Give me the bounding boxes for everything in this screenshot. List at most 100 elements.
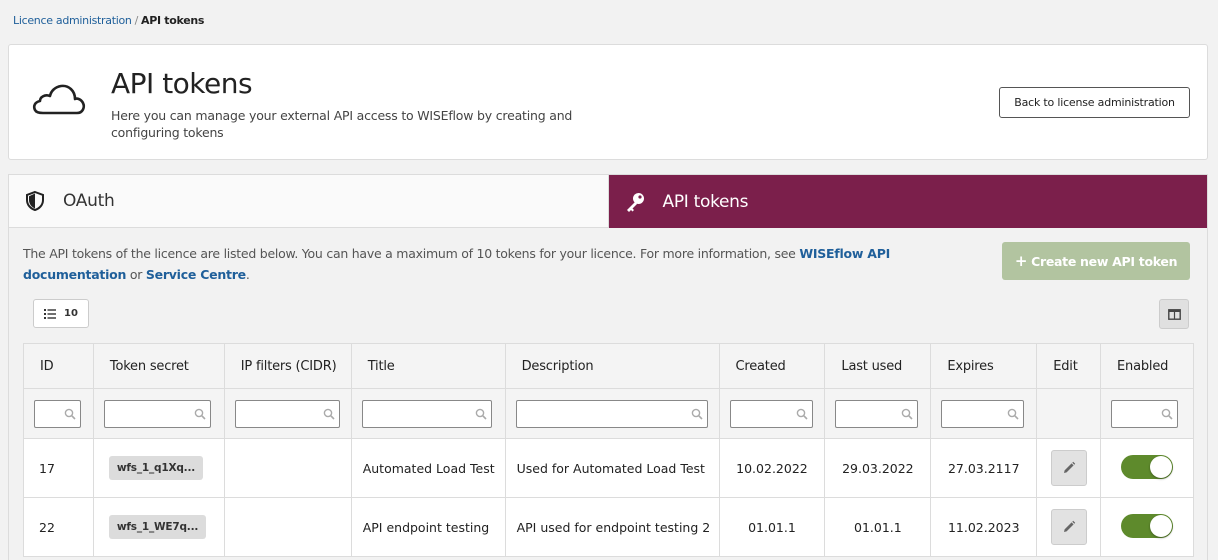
token-secret-badge[interactable]: wfs_1_q1Xq...	[108, 456, 204, 480]
cell-ip-filters	[223, 497, 352, 557]
cell-token-secret: wfs_1_WE7q...	[92, 497, 225, 557]
column-header-token-secret[interactable]: Token secret	[92, 343, 225, 389]
cell-description: API used for endpoint testing 2	[504, 497, 720, 557]
columns-icon	[1167, 308, 1181, 320]
search-icon	[64, 408, 76, 420]
cell-expires: 27.03.2117	[930, 438, 1038, 498]
filter-cell-token-secret	[92, 388, 225, 439]
enabled-toggle[interactable]	[1121, 454, 1174, 479]
cell-token-secret: wfs_1_q1Xq...	[92, 438, 225, 498]
cell-enabled	[1100, 438, 1194, 498]
shield-icon	[26, 190, 44, 212]
search-icon	[1161, 408, 1173, 420]
service-centre-link[interactable]: Service Centre	[146, 267, 246, 282]
filter-cell-expires	[930, 388, 1038, 439]
list-icon	[44, 308, 57, 319]
tab-oauth[interactable]: OAuth	[9, 175, 609, 228]
edit-button[interactable]	[1050, 509, 1087, 545]
breadcrumb: Licence administration / API tokens	[13, 14, 204, 27]
breadcrumb-current: API tokens	[141, 14, 205, 27]
cell-last-used: 01.01.1	[824, 497, 932, 557]
filter-cell-enabled	[1100, 388, 1194, 439]
filter-description-input[interactable]	[516, 400, 707, 427]
cell-title: Automated Load Test	[350, 438, 506, 498]
pencil-icon	[1063, 520, 1075, 532]
cell-title: API endpoint testing	[350, 497, 506, 557]
column-header-created[interactable]: Created	[718, 343, 826, 389]
page-subtitle: Here you can manage your external API ac…	[111, 108, 573, 140]
search-icon	[902, 408, 913, 420]
table-row: 17 wfs_1_q1Xq... Automated Load Test Use…	[23, 438, 1194, 498]
create-new-api-token-button[interactable]: + Create new API token	[1002, 242, 1190, 280]
token-secret-badge[interactable]: wfs_1_WE7q...	[108, 515, 207, 539]
filter-expires[interactable]	[941, 399, 1025, 428]
search-icon	[1008, 408, 1019, 420]
column-header-last-used[interactable]: Last used	[824, 343, 932, 389]
cell-edit	[1036, 497, 1102, 557]
filter-cell-title	[350, 388, 506, 439]
cell-created: 01.01.1	[718, 497, 826, 557]
cell-enabled	[1100, 497, 1194, 557]
filter-created[interactable]	[729, 399, 813, 428]
filter-id[interactable]	[34, 399, 81, 428]
page-size-value: 10	[64, 308, 78, 319]
filter-title[interactable]	[361, 399, 492, 428]
pencil-icon	[1063, 461, 1075, 473]
filter-title-input[interactable]	[362, 400, 491, 427]
search-icon	[323, 408, 335, 420]
filter-description[interactable]	[515, 399, 708, 428]
tab-api-tokens-label: API tokens	[662, 191, 749, 212]
table-filter-row	[23, 388, 1194, 439]
column-header-ip-filters[interactable]: IP filters (CIDR)	[223, 343, 352, 389]
breadcrumb-link-licence-administration[interactable]: Licence administration	[13, 14, 132, 27]
toggle-knob	[1150, 455, 1173, 478]
info-text-body: The API tokens of the licence are listed…	[23, 246, 800, 261]
cell-last-used: 29.03.2022	[824, 438, 932, 498]
column-header-expires[interactable]: Expires	[930, 343, 1038, 389]
key-icon	[626, 192, 644, 212]
toggle-knob	[1150, 514, 1173, 537]
column-toggle-button[interactable]	[1159, 299, 1189, 329]
info-text-end: .	[245, 267, 250, 282]
filter-token-secret[interactable]	[103, 399, 211, 428]
cell-id: 22	[23, 497, 94, 557]
back-to-license-administration-button[interactable]: Back to license administration	[999, 87, 1190, 118]
cell-created: 10.02.2022	[718, 438, 826, 498]
column-header-title[interactable]: Title	[350, 343, 506, 389]
cloud-icon	[32, 84, 86, 115]
filter-cell-ip-filters	[223, 388, 352, 439]
filter-last-used[interactable]	[835, 399, 919, 428]
column-header-description[interactable]: Description	[504, 343, 720, 389]
api-tokens-panel: OAuth API tokens The API tokens of the l…	[8, 174, 1208, 560]
filter-cell-edit	[1036, 388, 1102, 439]
cell-edit	[1036, 438, 1102, 498]
cell-id: 17	[23, 438, 94, 498]
edit-button[interactable]	[1050, 450, 1087, 486]
enabled-toggle[interactable]	[1121, 513, 1174, 538]
filter-cell-id	[23, 388, 94, 439]
plus-icon: +	[1014, 252, 1028, 270]
search-icon	[194, 408, 206, 420]
cell-ip-filters	[223, 438, 352, 498]
page-title: API tokens	[111, 67, 253, 100]
search-icon	[475, 408, 487, 420]
info-text: The API tokens of the licence are listed…	[23, 243, 893, 285]
cell-expires: 11.02.2023	[930, 497, 1038, 557]
filter-ip-filters[interactable]	[234, 399, 340, 428]
filter-enabled[interactable]	[1111, 399, 1179, 428]
tab-bar: OAuth API tokens	[9, 175, 1207, 228]
tab-api-tokens[interactable]: API tokens	[608, 175, 1207, 228]
filter-cell-created	[718, 388, 826, 439]
cell-description: Used for Automated Load Test	[504, 438, 720, 498]
search-icon	[796, 408, 808, 420]
breadcrumb-separator: /	[134, 14, 139, 27]
column-header-edit: Edit	[1036, 343, 1102, 389]
api-tokens-table: ID Token secret IP filters (CIDR) Title …	[23, 343, 1194, 557]
column-header-enabled[interactable]: Enabled	[1100, 343, 1194, 389]
filter-cell-description	[504, 388, 720, 439]
table-header-row: ID Token secret IP filters (CIDR) Title …	[23, 343, 1194, 389]
info-text-or: or	[126, 267, 146, 282]
column-header-id[interactable]: ID	[23, 343, 94, 389]
page-size-button[interactable]: 10	[33, 299, 89, 328]
table-row: 22 wfs_1_WE7q... API endpoint testing AP…	[23, 497, 1194, 557]
